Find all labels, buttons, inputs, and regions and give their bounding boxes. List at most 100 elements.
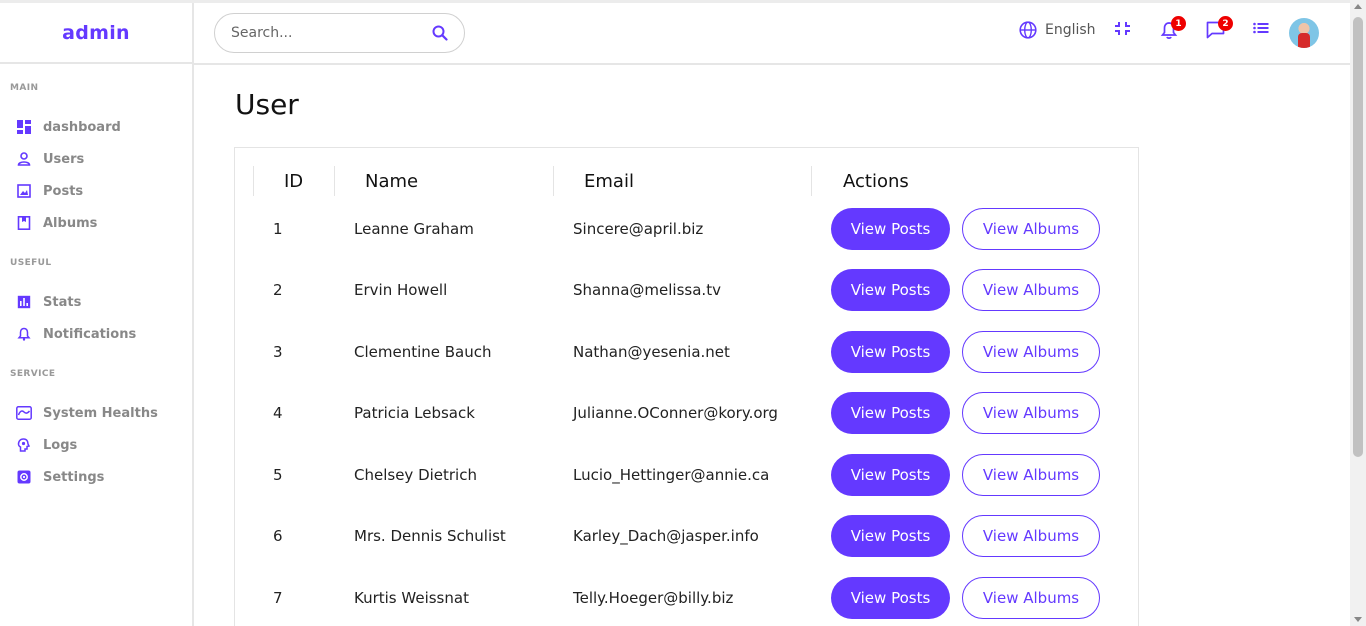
top-navbar: English 1 2 [194, 3, 1350, 65]
section-title-service: SERVICE [10, 369, 56, 379]
view-posts-button[interactable]: View Posts [831, 515, 950, 557]
bell-icon [16, 326, 32, 342]
fullscreen-exit-icon [1115, 21, 1130, 36]
section-title-useful: USEFUL [10, 258, 52, 268]
menu-list-button[interactable] [1253, 21, 1269, 35]
cell-name: Leanne Graham [354, 220, 474, 238]
search-input[interactable] [231, 25, 421, 41]
table-row: 1 Leanne Graham Sincere@april.biz View P… [235, 208, 1138, 250]
cell-email: Julianne.OConner@kory.org [573, 404, 778, 422]
sidebar-item-settings[interactable]: Settings [10, 461, 192, 493]
page-title: User [235, 88, 299, 121]
sidebar-item-label: Users [43, 151, 85, 167]
person-icon [16, 151, 32, 167]
header-divider [334, 166, 335, 196]
cell-id: 2 [273, 281, 283, 299]
table-row: 2 Ervin Howell Shanna@melissa.tv View Po… [235, 269, 1138, 311]
cell-email: Telly.Hoeger@billy.biz [573, 589, 734, 607]
table-row: 6 Mrs. Dennis Schulist Karley_Dach@jaspe… [235, 515, 1138, 557]
album-icon [16, 215, 32, 231]
fullscreen-exit-button[interactable] [1115, 21, 1130, 36]
cell-name: Chelsey Dietrich [354, 466, 477, 484]
scroll-up-arrow-icon[interactable] [1354, 4, 1362, 9]
image-icon [16, 183, 32, 199]
view-albums-button[interactable]: View Albums [962, 515, 1100, 557]
view-posts-button[interactable]: View Posts [831, 392, 950, 434]
sidebar-item-posts[interactable]: Posts [10, 175, 192, 207]
messages-button[interactable]: 2 [1206, 16, 1233, 39]
cell-name: Patricia Lebsack [354, 404, 475, 422]
sidebar-item-system-healths[interactable]: System Healths [10, 397, 192, 429]
notifications-badge: 1 [1171, 16, 1186, 31]
table-row: 5 Chelsey Dietrich Lucio_Hettinger@annie… [235, 454, 1138, 496]
view-albums-button[interactable]: View Albums [962, 331, 1100, 373]
sidebar-item-dashboard[interactable]: dashboard [10, 111, 192, 143]
sidebar-item-label: System Healths [43, 405, 158, 421]
sidebar-item-albums[interactable]: Albums [10, 207, 192, 239]
header-divider [253, 166, 254, 196]
cell-id: 5 [273, 466, 283, 484]
cell-email: Shanna@melissa.tv [573, 281, 721, 299]
notifications-button[interactable]: 1 [1160, 16, 1186, 40]
table-row: 3 Clementine Bauch Nathan@yesenia.net Vi… [235, 331, 1138, 373]
cell-email: Sincere@april.biz [573, 220, 704, 238]
header-divider [811, 166, 812, 196]
logo-area: admin [0, 3, 192, 64]
sidebar-item-label: Stats [43, 294, 82, 310]
sidebar-item-stats[interactable]: Stats [10, 286, 192, 318]
vertical-scrollbar[interactable] [1350, 0, 1366, 626]
sidebar-item-users[interactable]: Users [10, 143, 192, 175]
scroll-down-arrow-icon[interactable] [1354, 617, 1362, 622]
view-albums-button[interactable]: View Albums [962, 577, 1100, 619]
cell-name: Kurtis Weissnat [354, 589, 469, 607]
cell-id: 6 [273, 527, 283, 545]
sidebar-item-label: dashboard [43, 119, 121, 135]
search-icon[interactable] [432, 25, 448, 41]
search-box [214, 13, 465, 53]
sidebar-item-label: Posts [43, 183, 84, 199]
view-albums-button[interactable]: View Albums [962, 269, 1100, 311]
cell-email: Karley_Dach@jasper.info [573, 527, 759, 545]
cell-id: 1 [273, 220, 283, 238]
view-posts-button[interactable]: View Posts [831, 577, 950, 619]
brain-icon [16, 437, 32, 453]
settings-icon [16, 469, 32, 485]
messages-badge: 2 [1218, 16, 1233, 31]
sidebar-item-label: Settings [43, 469, 105, 485]
view-posts-button[interactable]: View Posts [831, 208, 950, 250]
view-posts-button[interactable]: View Posts [831, 269, 950, 311]
view-albums-button[interactable]: View Albums [962, 208, 1100, 250]
sidebar-nav: MAIN dashboard Users Posts Albums USEFUL… [0, 64, 192, 493]
sidebar-item-label: Logs [43, 437, 78, 453]
sidebar-item-label: Notifications [43, 326, 137, 342]
cell-name: Ervin Howell [354, 281, 448, 299]
sidebar: admin MAIN dashboard Users Posts Albums … [0, 3, 194, 626]
view-posts-button[interactable]: View Posts [831, 454, 950, 496]
sidebar-item-notifications[interactable]: Notifications [10, 318, 192, 350]
app-logo[interactable]: admin [62, 22, 130, 44]
bar-chart-icon [16, 294, 32, 310]
view-albums-button[interactable]: View Albums [962, 454, 1100, 496]
avatar[interactable] [1289, 18, 1319, 48]
table-row: 7 Kurtis Weissnat Telly.Hoeger@billy.biz… [235, 577, 1138, 619]
health-icon [16, 405, 32, 421]
column-header-id: ID [284, 170, 304, 192]
section-title-main: MAIN [10, 83, 39, 93]
cell-name: Mrs. Dennis Schulist [354, 527, 506, 545]
list-icon [1253, 21, 1269, 35]
cell-id: 4 [273, 404, 283, 422]
scrollbar-thumb[interactable] [1353, 17, 1363, 457]
dashboard-icon [16, 119, 32, 135]
view-posts-button[interactable]: View Posts [831, 331, 950, 373]
column-header-actions: Actions [843, 170, 909, 192]
language-selector[interactable]: English [1019, 21, 1096, 39]
cell-id: 7 [273, 589, 283, 607]
view-albums-button[interactable]: View Albums [962, 392, 1100, 434]
users-table: ID Name Email Actions 1 Leanne Graham Si… [234, 147, 1139, 626]
column-header-email: Email [584, 170, 634, 192]
sidebar-item-logs[interactable]: Logs [10, 429, 192, 461]
cell-id: 3 [273, 343, 283, 361]
language-label: English [1045, 22, 1096, 38]
sidebar-item-label: Albums [43, 215, 98, 231]
column-header-name: Name [365, 170, 419, 192]
